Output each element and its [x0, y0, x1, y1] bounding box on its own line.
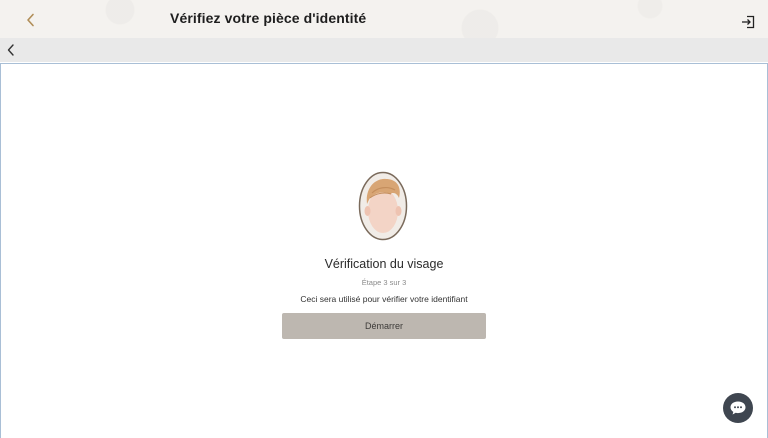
- sub-navigation-bar: [0, 38, 768, 62]
- chevron-left-icon: [27, 13, 34, 27]
- chevron-left-icon: [7, 44, 14, 56]
- description-text: Ceci sera utilisé pour vérifier votre id…: [300, 294, 468, 304]
- step-indicator: Étape 3 sur 3: [361, 278, 407, 287]
- verification-frame: [0, 63, 768, 438]
- top-header-bar: [0, 0, 768, 38]
- chat-button[interactable]: [723, 393, 753, 423]
- page-title: Vérifiez votre pièce d'identité: [170, 10, 367, 26]
- logout-icon: [742, 15, 755, 29]
- face-avatar-illustration: [358, 171, 408, 241]
- section-heading: Vérification du visage: [324, 257, 444, 271]
- chat-bubble-icon: [730, 401, 746, 415]
- back-button[interactable]: [22, 11, 40, 29]
- logout-button[interactable]: [741, 15, 755, 29]
- sub-back-button[interactable]: [6, 43, 18, 57]
- start-button[interactable]: Démarrer: [282, 313, 486, 339]
